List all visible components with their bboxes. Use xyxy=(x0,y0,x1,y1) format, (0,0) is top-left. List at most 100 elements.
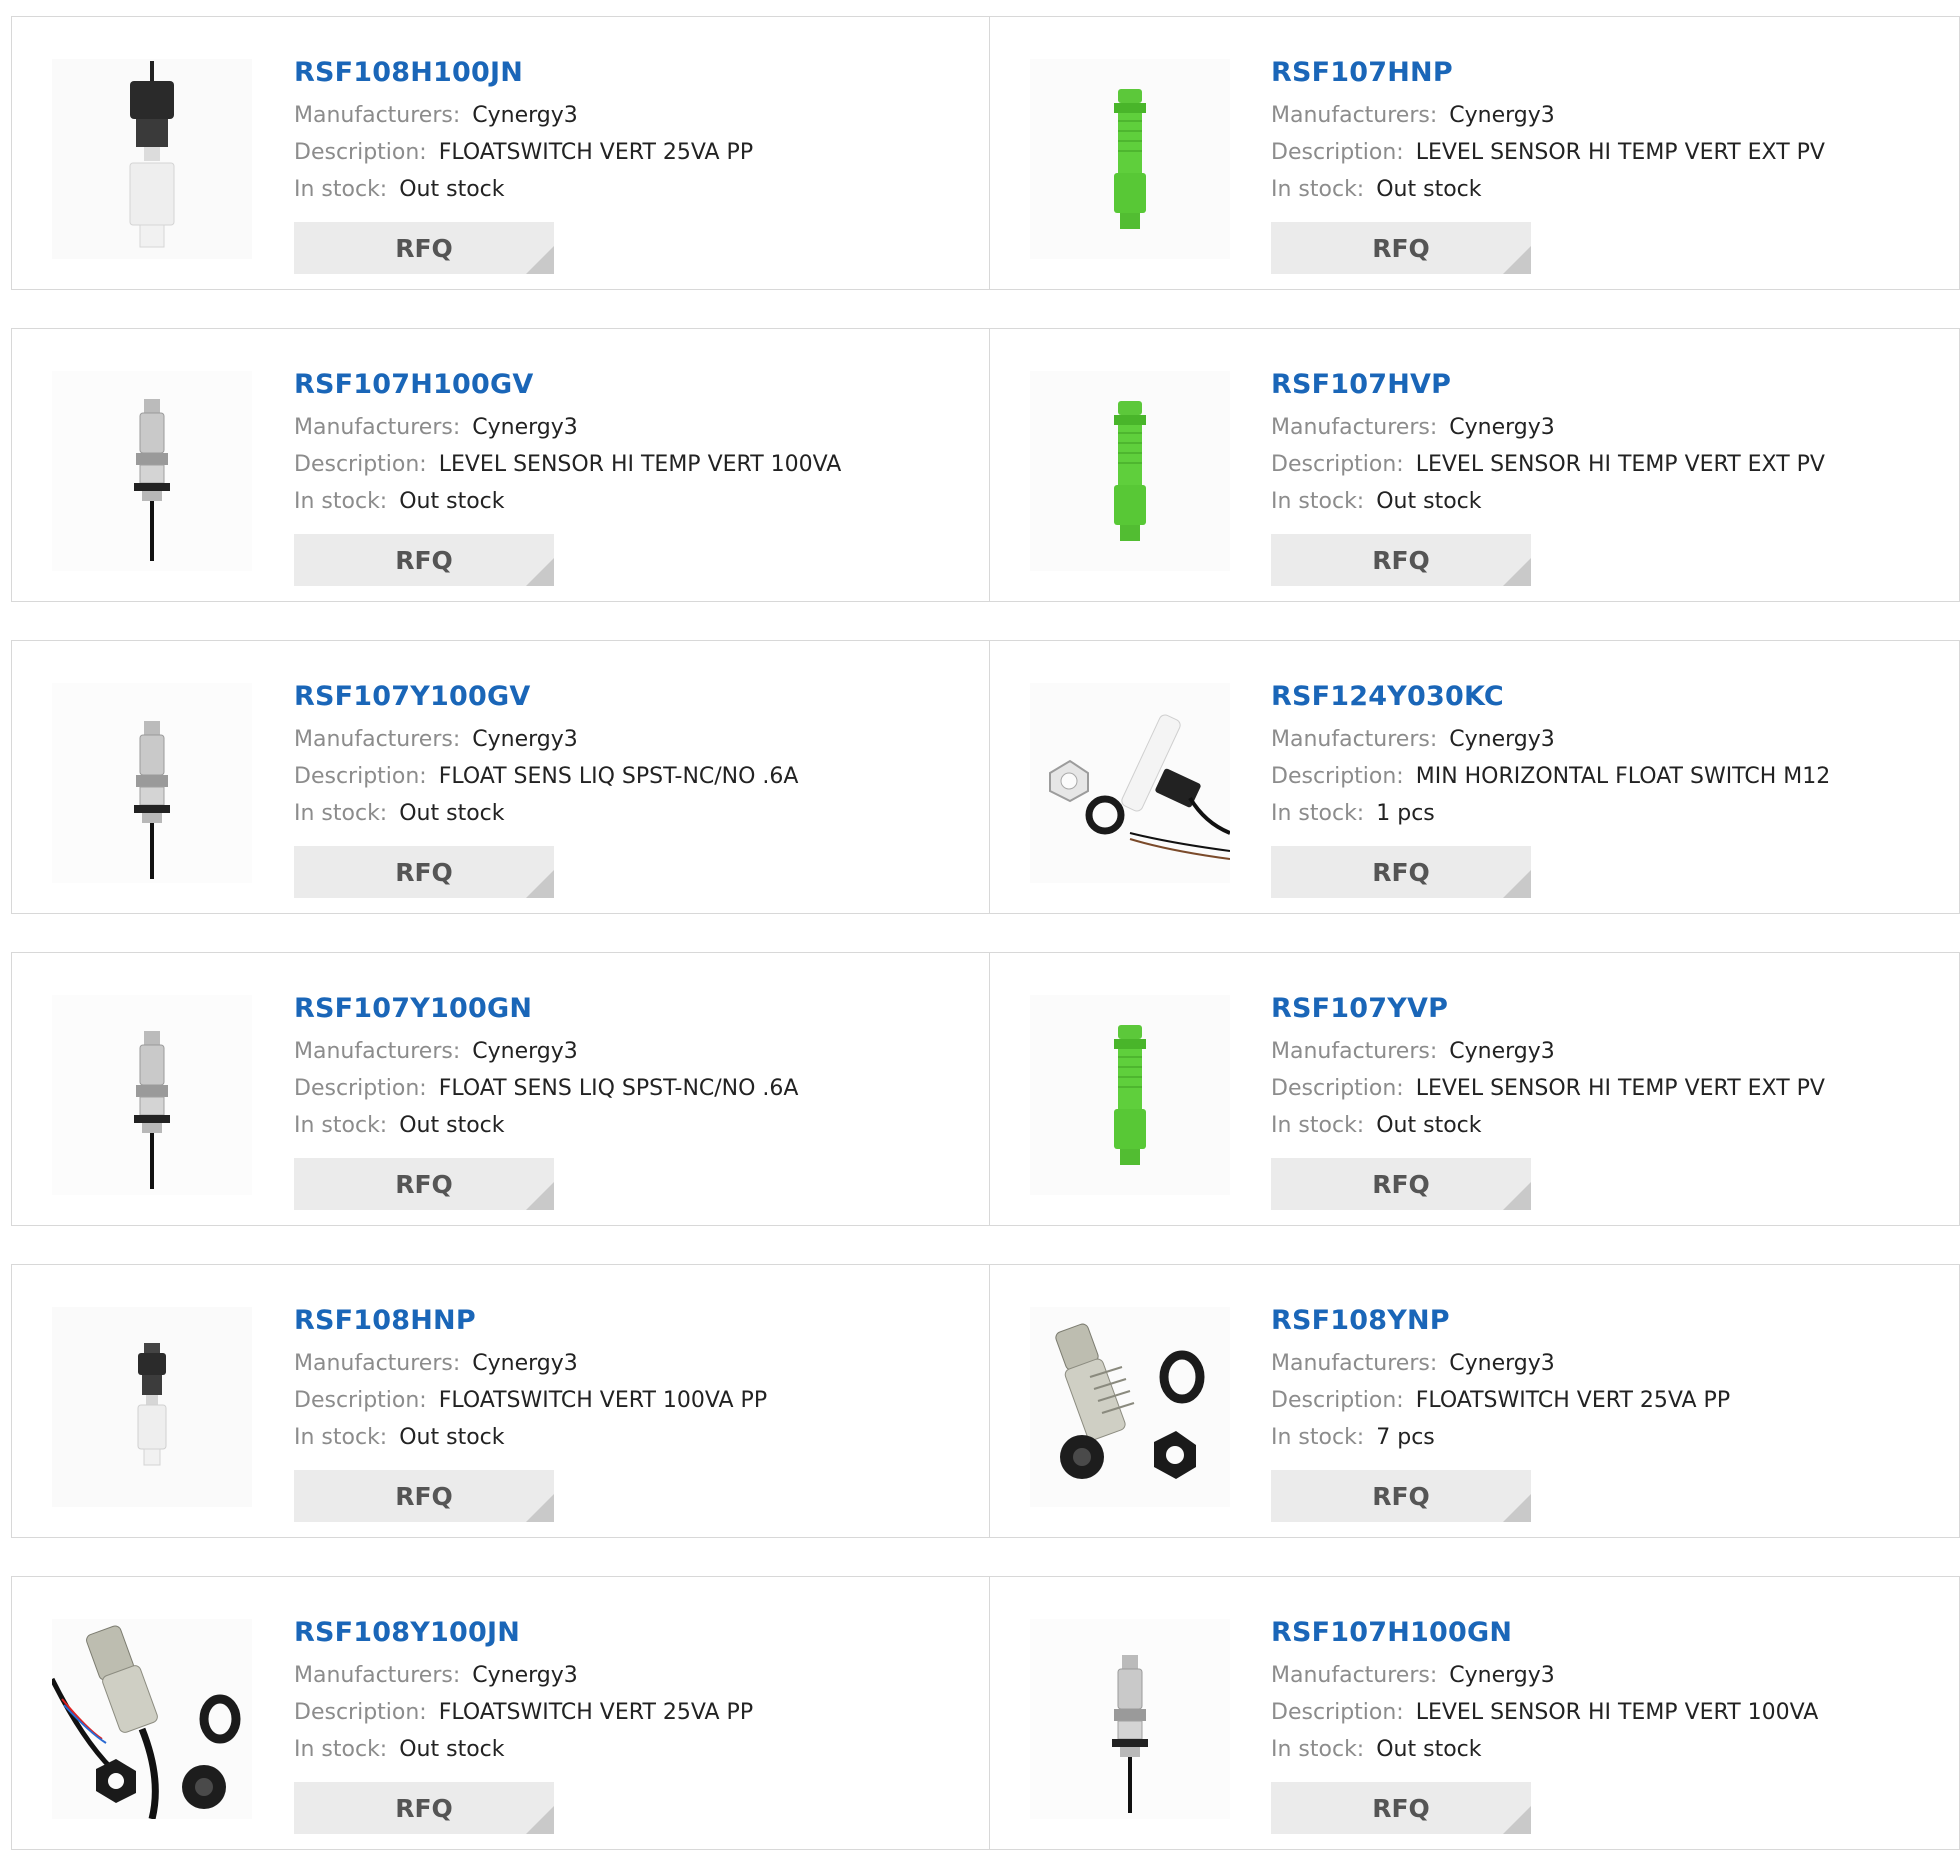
rfq-button-label: RFQ xyxy=(1372,1169,1430,1199)
black-float-switch-image[interactable] xyxy=(52,59,252,259)
product-name-link[interactable]: RSF107Y100GV xyxy=(294,677,798,721)
rfq-button-label: RFQ xyxy=(395,857,453,887)
rfq-button-label: RFQ xyxy=(1372,545,1430,575)
rfq-button-label: RFQ xyxy=(1372,233,1430,263)
description-value: LEVEL SENSOR HI TEMP VERT EXT PV xyxy=(1415,140,1825,165)
in-stock-label: In stock: xyxy=(294,177,388,202)
cabled-sensor-kit-image[interactable] xyxy=(52,1619,252,1819)
black-float-switch-image[interactable] xyxy=(52,1307,252,1507)
in-stock-label: In stock: xyxy=(1271,1425,1365,1450)
horizontal-float-switch-image[interactable] xyxy=(1030,683,1230,883)
stock-value: Out stock xyxy=(1376,489,1482,514)
manufacturer-value: Cynergy3 xyxy=(1449,103,1555,128)
rfq-button[interactable]: RFQ xyxy=(1271,534,1531,586)
product-grid: RSF108H100JN Manufacturers: Cynergy3 Desc… xyxy=(0,0,1960,1850)
stock-value: Out stock xyxy=(399,801,505,826)
grey-float-sensor-image[interactable] xyxy=(52,371,252,571)
manufacturers-label: Manufacturers: xyxy=(294,1351,461,1376)
rfq-button[interactable]: RFQ xyxy=(294,1470,554,1522)
stock-value: Out stock xyxy=(399,1113,505,1138)
manufacturers-label: Manufacturers: xyxy=(1271,1039,1438,1064)
rfq-button-label: RFQ xyxy=(395,1169,453,1199)
rfq-button[interactable]: RFQ xyxy=(294,222,554,274)
manufacturer-value: Cynergy3 xyxy=(472,1663,578,1688)
corner-triangle-icon xyxy=(1503,246,1531,274)
description-label: Description: xyxy=(1271,1700,1404,1725)
product-row: RSF108HNP Manufacturers: Cynergy3 Descrip… xyxy=(11,1264,1960,1538)
description-label: Description: xyxy=(1271,452,1404,477)
product-name-link[interactable]: RSF108Y100JN xyxy=(294,1613,753,1657)
manufacturer-value: Cynergy3 xyxy=(1449,727,1555,752)
manufacturer-value: Cynergy3 xyxy=(1449,1351,1555,1376)
rfq-button[interactable]: RFQ xyxy=(1271,1158,1531,1210)
grey-float-sensor-image[interactable] xyxy=(1030,1619,1230,1819)
in-stock-label: In stock: xyxy=(1271,1113,1365,1138)
stock-value: 7 pcs xyxy=(1376,1425,1435,1450)
stock-value: Out stock xyxy=(399,177,505,202)
product-name-link[interactable]: RSF108H100JN xyxy=(294,53,753,97)
rfq-button[interactable]: RFQ xyxy=(294,534,554,586)
product-row: RSF107Y100GV Manufacturers: Cynergy3 Desc… xyxy=(11,640,1960,914)
description-value: MIN HORIZONTAL FLOAT SWITCH M12 xyxy=(1415,764,1831,789)
description-label: Description: xyxy=(294,1076,427,1101)
corner-triangle-icon xyxy=(526,1494,554,1522)
stock-value: Out stock xyxy=(1376,1737,1482,1762)
in-stock-label: In stock: xyxy=(294,1113,388,1138)
rfq-button[interactable]: RFQ xyxy=(1271,222,1531,274)
rfq-button-label: RFQ xyxy=(395,545,453,575)
product-name-link[interactable]: RSF108HNP xyxy=(294,1301,767,1345)
corner-triangle-icon xyxy=(526,246,554,274)
product-card: RSF108YNP Manufacturers: Cynergy3 Descrip… xyxy=(989,1264,1960,1538)
product-card: RSF107H100GV Manufacturers: Cynergy3 Desc… xyxy=(11,328,989,602)
in-stock-label: In stock: xyxy=(294,801,388,826)
description-label: Description: xyxy=(294,764,427,789)
green-level-sensor-image[interactable] xyxy=(1030,995,1230,1195)
product-card: RSF107H100GN Manufacturers: Cynergy3 Desc… xyxy=(989,1576,1960,1850)
manufacturer-value: Cynergy3 xyxy=(472,727,578,752)
rfq-button[interactable]: RFQ xyxy=(1271,1470,1531,1522)
grey-float-sensor-image[interactable] xyxy=(52,683,252,883)
product-row: RSF107H100GV Manufacturers: Cynergy3 Desc… xyxy=(11,328,1960,602)
product-card: RSF124Y030KC Manufacturers: Cynergy3 Desc… xyxy=(989,640,1960,914)
description-label: Description: xyxy=(294,452,427,477)
rfq-button-label: RFQ xyxy=(1372,857,1430,887)
product-row: RSF108Y100JN Manufacturers: Cynergy3 Desc… xyxy=(11,1576,1960,1850)
rfq-button[interactable]: RFQ xyxy=(294,846,554,898)
manufacturer-value: Cynergy3 xyxy=(1449,1039,1555,1064)
product-name-link[interactable]: RSF124Y030KC xyxy=(1271,677,1830,721)
rfq-button[interactable]: RFQ xyxy=(294,1782,554,1834)
corner-triangle-icon xyxy=(1503,870,1531,898)
rfq-button[interactable]: RFQ xyxy=(1271,846,1531,898)
description-value: LEVEL SENSOR HI TEMP VERT 100VA xyxy=(1415,1700,1819,1725)
description-value: LEVEL SENSOR HI TEMP VERT EXT PV xyxy=(1415,452,1825,477)
rfq-button[interactable]: RFQ xyxy=(1271,1782,1531,1834)
description-value: LEVEL SENSOR HI TEMP VERT EXT PV xyxy=(1415,1076,1825,1101)
product-name-link[interactable]: RSF107H100GV xyxy=(294,365,841,409)
stock-value: 1 pcs xyxy=(1376,801,1435,826)
manufacturers-label: Manufacturers: xyxy=(294,1663,461,1688)
description-value: FLOATSWITCH VERT 25VA PP xyxy=(438,140,754,165)
manufacturer-value: Cynergy3 xyxy=(472,103,578,128)
product-name-link[interactable]: RSF107YVP xyxy=(1271,989,1825,1033)
corner-triangle-icon xyxy=(1503,1494,1531,1522)
product-name-link[interactable]: RSF107H100GN xyxy=(1271,1613,1818,1657)
green-level-sensor-image[interactable] xyxy=(1030,371,1230,571)
description-label: Description: xyxy=(1271,764,1404,789)
product-name-link[interactable]: RSF107HNP xyxy=(1271,53,1825,97)
product-name-link[interactable]: RSF108YNP xyxy=(1271,1301,1730,1345)
manufacturers-label: Manufacturers: xyxy=(1271,1663,1438,1688)
stock-value: Out stock xyxy=(1376,177,1482,202)
product-name-link[interactable]: RSF107Y100GN xyxy=(294,989,798,1033)
grey-float-sensor-image[interactable] xyxy=(52,995,252,1195)
description-label: Description: xyxy=(1271,140,1404,165)
product-name-link[interactable]: RSF107HVP xyxy=(1271,365,1825,409)
green-level-sensor-image[interactable] xyxy=(1030,59,1230,259)
manufacturers-label: Manufacturers: xyxy=(294,1039,461,1064)
threaded-sensor-kit-image[interactable] xyxy=(1030,1307,1230,1507)
description-label: Description: xyxy=(294,1388,427,1413)
rfq-button[interactable]: RFQ xyxy=(294,1158,554,1210)
stock-value: Out stock xyxy=(399,1737,505,1762)
manufacturer-value: Cynergy3 xyxy=(1449,1663,1555,1688)
in-stock-label: In stock: xyxy=(1271,1737,1365,1762)
in-stock-label: In stock: xyxy=(1271,177,1365,202)
